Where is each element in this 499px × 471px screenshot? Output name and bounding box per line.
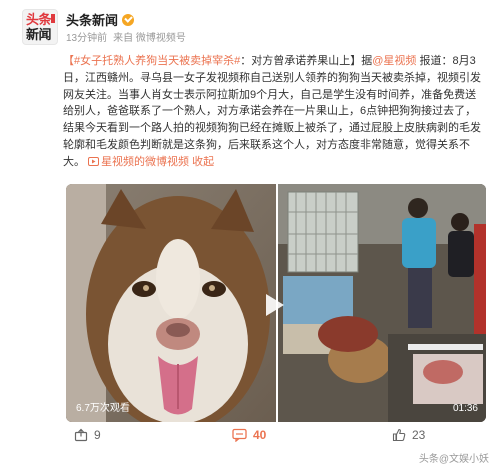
like-count: 23	[412, 428, 426, 442]
post-meta: 13分钟前 来自 微博视频号	[66, 29, 192, 44]
play-icon[interactable]	[266, 294, 284, 316]
via-suffix: 报道：	[416, 55, 453, 67]
account-name-row: 头条新闻	[66, 10, 135, 29]
share-count: 9	[94, 428, 101, 442]
account-name[interactable]: 头条新闻	[66, 10, 118, 29]
post-body: 8月3日，江西赣州。寻乌县一女子发视频称自己送别人领养的狗狗当天被卖杀掉，视频引…	[63, 55, 481, 168]
video-link-icon	[88, 156, 100, 166]
verified-badge-icon	[122, 13, 135, 26]
account-avatar[interactable]: 头条 新闻	[22, 9, 58, 45]
post-text: 【#女子托熟人养狗当天被卖掉宰杀#：对方曾承诺养果山上】据@星视频 报道：8月3…	[63, 53, 483, 171]
view-count: 6.7万次观看	[76, 403, 130, 414]
video-link[interactable]: 星视频的微博视频	[88, 156, 192, 168]
video-duration: 01:36	[452, 403, 478, 414]
watermark: 头条@文娱小妖	[418, 454, 489, 465]
video-frame-market: 01:36	[278, 184, 486, 422]
hashtag-link[interactable]: 【#女子托熟人养狗当天被卖掉宰杀#	[63, 55, 240, 67]
comment-button[interactable]: 40	[232, 428, 266, 442]
share-icon	[74, 428, 88, 442]
thumbs-up-icon	[392, 428, 406, 442]
video-frame-dog: 6.7万次观看	[66, 184, 276, 422]
comment-count: 40	[253, 428, 267, 442]
video-player[interactable]: 6.7万次观看 01:36	[66, 184, 486, 422]
like-button[interactable]: 23	[392, 428, 425, 442]
post-source: 来自 微博视频号	[113, 33, 186, 44]
via-prefix: 据	[361, 55, 373, 67]
collapse-button[interactable]: 收起	[192, 156, 214, 168]
dog-image	[66, 184, 276, 422]
video-link-label: 星视频的微博视频	[101, 155, 190, 168]
logo-line1: 头条	[26, 12, 52, 27]
post-header: 头条 新闻 头条新闻 13分钟前 来自 微博视频号	[22, 9, 482, 47]
comment-icon	[232, 428, 247, 442]
logo-line2: 新闻	[26, 27, 52, 42]
action-bar: 9 40 23	[74, 428, 494, 448]
post-time: 13分钟前	[66, 33, 108, 44]
source-mention-link[interactable]: @星视频	[372, 55, 416, 67]
market-image	[278, 184, 486, 422]
share-button[interactable]: 9	[74, 428, 101, 442]
post-headline: ：对方曾承诺养果山上】	[240, 55, 362, 67]
logo-flag-icon	[51, 14, 55, 23]
